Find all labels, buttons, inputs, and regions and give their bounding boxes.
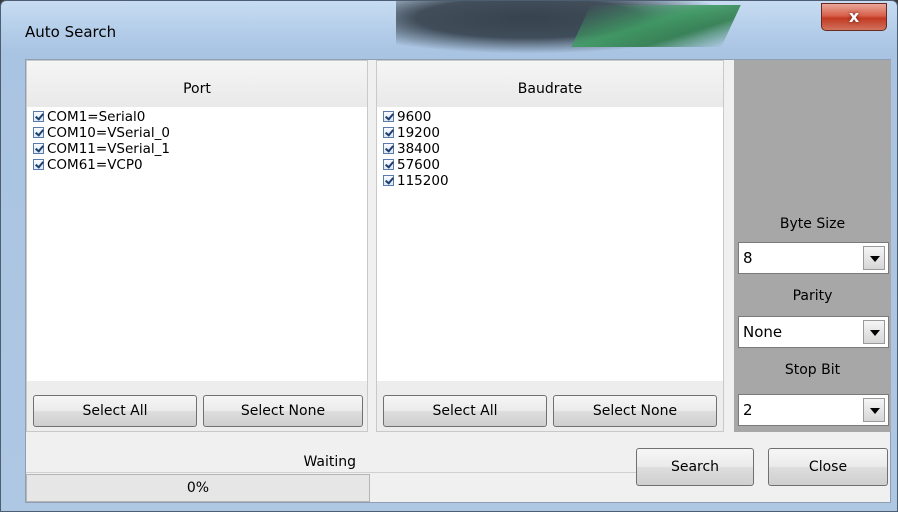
chevron-down-icon[interactable] (863, 320, 885, 344)
byte-size-label: Byte Size (779, 216, 846, 232)
serial-settings-panel: Byte Size 8 Parity None Stop Bit 2 (734, 60, 891, 432)
parity-select[interactable]: None (738, 316, 889, 348)
port-item-label: COM10=VSerial_0 (47, 125, 170, 141)
port-item[interactable]: COM10=VSerial_0 (33, 125, 170, 141)
stop-bit-value: 2 (743, 401, 753, 419)
auto-search-window: Auto Search x Port COM1=Serial0 COM10=VS… (0, 0, 898, 512)
chevron-down-icon[interactable] (863, 398, 885, 422)
checkbox-checked-icon[interactable] (383, 159, 394, 170)
port-item-label: COM11=VSerial_1 (47, 141, 170, 157)
baudrate-list: 9600 19200 38400 57600 115200 (377, 107, 723, 381)
close-button[interactable]: Close (768, 448, 888, 486)
close-window-button[interactable]: x (821, 3, 887, 31)
port-item[interactable]: COM1=Serial0 (33, 109, 145, 125)
checkbox-checked-icon[interactable] (383, 175, 394, 186)
title-bar[interactable]: Auto Search x (1, 1, 897, 53)
port-item[interactable]: COM61=VCP0 (33, 157, 143, 173)
baudrate-item[interactable]: 57600 (383, 157, 440, 173)
status-text: Waiting (303, 454, 356, 470)
baudrate-panel: Baudrate 9600 19200 38400 57600 115200 S… (376, 60, 724, 432)
divider (26, 472, 636, 473)
checkbox-checked-icon[interactable] (33, 159, 44, 170)
baudrate-select-all-button[interactable]: Select All (383, 395, 547, 427)
baudrate-item[interactable]: 9600 (383, 109, 431, 125)
port-item-label: COM61=VCP0 (47, 157, 143, 173)
checkbox-checked-icon[interactable] (383, 127, 394, 138)
checkbox-checked-icon[interactable] (33, 111, 44, 122)
baudrate-item-label: 115200 (397, 173, 449, 189)
progress-percent: 0% (186, 480, 210, 496)
parity-value: None (743, 323, 783, 341)
checkbox-checked-icon[interactable] (383, 111, 394, 122)
port-item-label: COM1=Serial0 (47, 109, 146, 125)
baudrate-item-label: 57600 (397, 157, 440, 173)
port-select-none-button[interactable]: Select None (203, 395, 363, 427)
checkbox-checked-icon[interactable] (383, 143, 394, 154)
chevron-down-icon[interactable] (863, 246, 885, 270)
port-select-all-button[interactable]: Select All (33, 395, 197, 427)
stop-bit-select[interactable]: 2 (738, 394, 889, 426)
baudrate-item-label: 19200 (397, 125, 440, 141)
baudrate-item-label: 9600 (397, 109, 432, 125)
parity-label: Parity (792, 288, 833, 304)
baudrate-item-label: 38400 (397, 141, 440, 157)
stop-bit-label: Stop Bit (784, 362, 841, 378)
baudrate-header: Baudrate (377, 61, 723, 108)
port-header: Port (27, 61, 367, 108)
progress-bar: 0% (26, 474, 370, 502)
baudrate-item[interactable]: 115200 (383, 173, 449, 189)
title-bar-background-accent (571, 5, 741, 47)
search-button[interactable]: Search (636, 448, 754, 486)
checkbox-checked-icon[interactable] (33, 143, 44, 154)
port-item[interactable]: COM11=VSerial_1 (33, 141, 170, 157)
byte-size-value: 8 (743, 249, 753, 267)
baudrate-select-none-button[interactable]: Select None (553, 395, 717, 427)
close-icon: x (848, 7, 860, 26)
checkbox-checked-icon[interactable] (33, 127, 44, 138)
byte-size-select[interactable]: 8 (738, 242, 889, 274)
port-panel: Port COM1=Serial0 COM10=VSerial_0 COM11=… (26, 60, 368, 432)
dialog-client-area: Port COM1=Serial0 COM10=VSerial_0 COM11=… (25, 59, 891, 503)
window-title: Auto Search (25, 23, 117, 41)
port-list: COM1=Serial0 COM10=VSerial_0 COM11=VSeri… (27, 107, 367, 381)
baudrate-item[interactable]: 38400 (383, 141, 440, 157)
baudrate-item[interactable]: 19200 (383, 125, 440, 141)
